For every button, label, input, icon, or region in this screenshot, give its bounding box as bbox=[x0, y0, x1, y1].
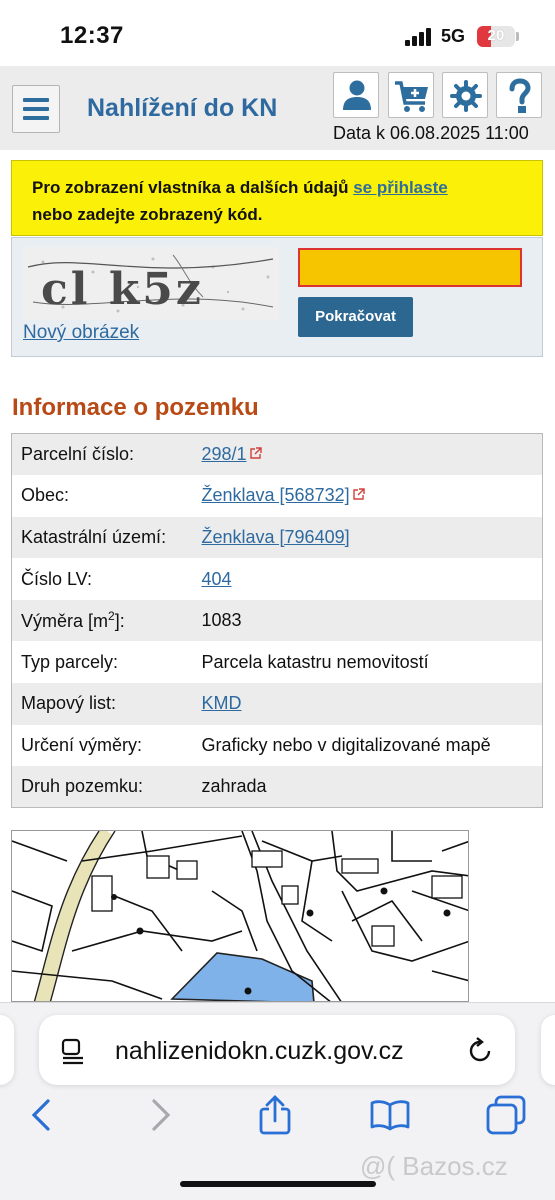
info-value: 1083 bbox=[202, 600, 543, 642]
notice-text-after: nebo zadejte zobrazený kód. bbox=[32, 205, 263, 224]
info-label: Typ parcely: bbox=[21, 651, 119, 672]
info-row: Určení výměry: Graficky nebo v digitalizo… bbox=[11, 724, 543, 767]
help-button[interactable] bbox=[496, 72, 542, 118]
external-link-icon[interactable] bbox=[352, 488, 365, 501]
info-value[interactable]: 404 bbox=[202, 558, 543, 600]
info-row: Číslo LV: 404 bbox=[11, 558, 543, 600]
notice-text-before: Pro zobrazení vlastníka a dalších údajů bbox=[32, 178, 354, 197]
parcel-info-table: Parcelní číslo: 298/1 Obec: Ženklava [56873… bbox=[11, 433, 543, 809]
continue-button[interactable]: Pokračovat bbox=[298, 297, 413, 337]
captcha-input[interactable] bbox=[298, 248, 522, 287]
login-link[interactable]: se přihlaste bbox=[353, 178, 448, 197]
info-value-text: zahrada bbox=[201, 776, 267, 797]
bookmarks-icon[interactable] bbox=[370, 1095, 410, 1135]
info-label: Obec: bbox=[21, 485, 70, 506]
section-title: Informace o pozemku bbox=[12, 394, 259, 421]
watermark-at-icon: @( bbox=[360, 1151, 396, 1181]
app-title: Nahlížení do KN bbox=[87, 94, 278, 122]
app-header: Nahlížení do KN Data k 06.08.2025 11:00 bbox=[0, 66, 555, 150]
info-value[interactable]: KMD bbox=[202, 683, 543, 725]
info-value-text: 1083 bbox=[201, 610, 242, 631]
captcha-panel: cl k5z Nový obrázek Pokračovat bbox=[11, 237, 543, 357]
user-button[interactable] bbox=[333, 72, 379, 118]
info-label: Určení výměry: bbox=[21, 734, 143, 755]
info-value: zahrada bbox=[202, 766, 543, 808]
info-value[interactable]: 298/1 bbox=[202, 434, 543, 476]
previous-tab-card[interactable] bbox=[0, 1015, 14, 1085]
cart-icon bbox=[395, 81, 428, 112]
info-value-text: Graficky nebo v digitalizované mapě bbox=[201, 734, 491, 755]
info-row: Parcelní číslo: 298/1 bbox=[11, 433, 543, 476]
share-icon[interactable] bbox=[255, 1095, 295, 1135]
info-row: Katastrální území: Ženklava [796409] bbox=[11, 516, 543, 559]
info-value[interactable]: Ženklava [796409] bbox=[202, 517, 543, 559]
new-image-link[interactable]: Nový obrázek bbox=[23, 322, 139, 344]
info-value-link[interactable]: KMD bbox=[202, 693, 242, 713]
next-tab-card[interactable] bbox=[541, 1015, 555, 1085]
browser-bar: nahlizenidokn.cuzk.gov.cz @( Bazos.cz bbox=[0, 1002, 555, 1200]
info-value: Parcela katastru nemovitostí bbox=[202, 641, 543, 683]
info-label: Druh pozemku: bbox=[21, 776, 144, 797]
menu-icon bbox=[23, 98, 49, 102]
info-row: Mapový list: KMD bbox=[11, 683, 543, 725]
status-bar: 12:37 5G 20 bbox=[0, 0, 555, 66]
info-row: Druh pozemku: zahrada bbox=[11, 766, 543, 808]
login-notice: Pro zobrazení vlastníka a dalších údajů … bbox=[11, 160, 543, 236]
gear-icon bbox=[450, 80, 482, 112]
external-link-icon[interactable] bbox=[249, 447, 262, 459]
captcha-code: cl k5z bbox=[41, 264, 204, 315]
info-label: Výměra [m2]: bbox=[21, 609, 125, 632]
home-indicator[interactable] bbox=[180, 1181, 376, 1187]
status-time: 12:37 bbox=[60, 22, 124, 49]
tabs-icon[interactable] bbox=[486, 1095, 526, 1135]
info-value-link[interactable]: 298/1 bbox=[202, 444, 247, 464]
info-value-link[interactable]: 404 bbox=[202, 569, 232, 589]
menu-button[interactable] bbox=[12, 85, 60, 133]
info-value: Graficky nebo v digitalizované mapě bbox=[202, 725, 543, 767]
data-date: Data k 06.08.2025 11:00 bbox=[333, 123, 529, 143]
settings-button[interactable] bbox=[442, 72, 488, 118]
info-value-text: Parcela katastru nemovitostí bbox=[201, 651, 429, 672]
watermark-text: Bazos.cz bbox=[402, 1151, 508, 1181]
url-text: nahlizenidokn.cuzk.gov.cz bbox=[115, 1037, 404, 1065]
battery-cap bbox=[516, 32, 519, 41]
back-icon[interactable] bbox=[22, 1095, 62, 1135]
watermark: @( Bazos.cz bbox=[360, 1151, 508, 1182]
info-row: Typ parcely: Parcela katastru nemovitostí bbox=[11, 641, 543, 684]
battery-icon: 20 bbox=[477, 26, 515, 47]
info-label: Číslo LV: bbox=[21, 568, 93, 589]
reload-icon[interactable] bbox=[465, 1036, 495, 1066]
info-value-link[interactable]: Ženklava [568732] bbox=[202, 485, 350, 505]
user-icon bbox=[343, 80, 371, 110]
info-row: Obec: Ženklava [568732] bbox=[11, 475, 543, 517]
battery-level: 20 bbox=[487, 27, 505, 44]
info-label: Mapový list: bbox=[21, 693, 117, 714]
cadastral-map[interactable] bbox=[11, 830, 469, 1002]
info-row: Výměra [m2]: 1083 bbox=[11, 599, 543, 642]
cart-button[interactable] bbox=[388, 72, 434, 118]
forward-icon[interactable] bbox=[140, 1095, 180, 1135]
captcha-image: cl k5z bbox=[23, 247, 279, 320]
help-icon bbox=[509, 78, 531, 113]
page-menu-icon[interactable] bbox=[59, 1036, 89, 1066]
info-label: Parcelní číslo: bbox=[21, 444, 135, 465]
address-bar[interactable]: nahlizenidokn.cuzk.gov.cz bbox=[39, 1015, 515, 1085]
signal-icon bbox=[405, 28, 433, 46]
info-value-link[interactable]: Ženklava [796409] bbox=[202, 527, 350, 547]
network-label: 5G bbox=[441, 26, 466, 46]
info-label: Katastrální území: bbox=[21, 526, 167, 547]
info-value[interactable]: Ženklava [568732] bbox=[202, 475, 543, 517]
